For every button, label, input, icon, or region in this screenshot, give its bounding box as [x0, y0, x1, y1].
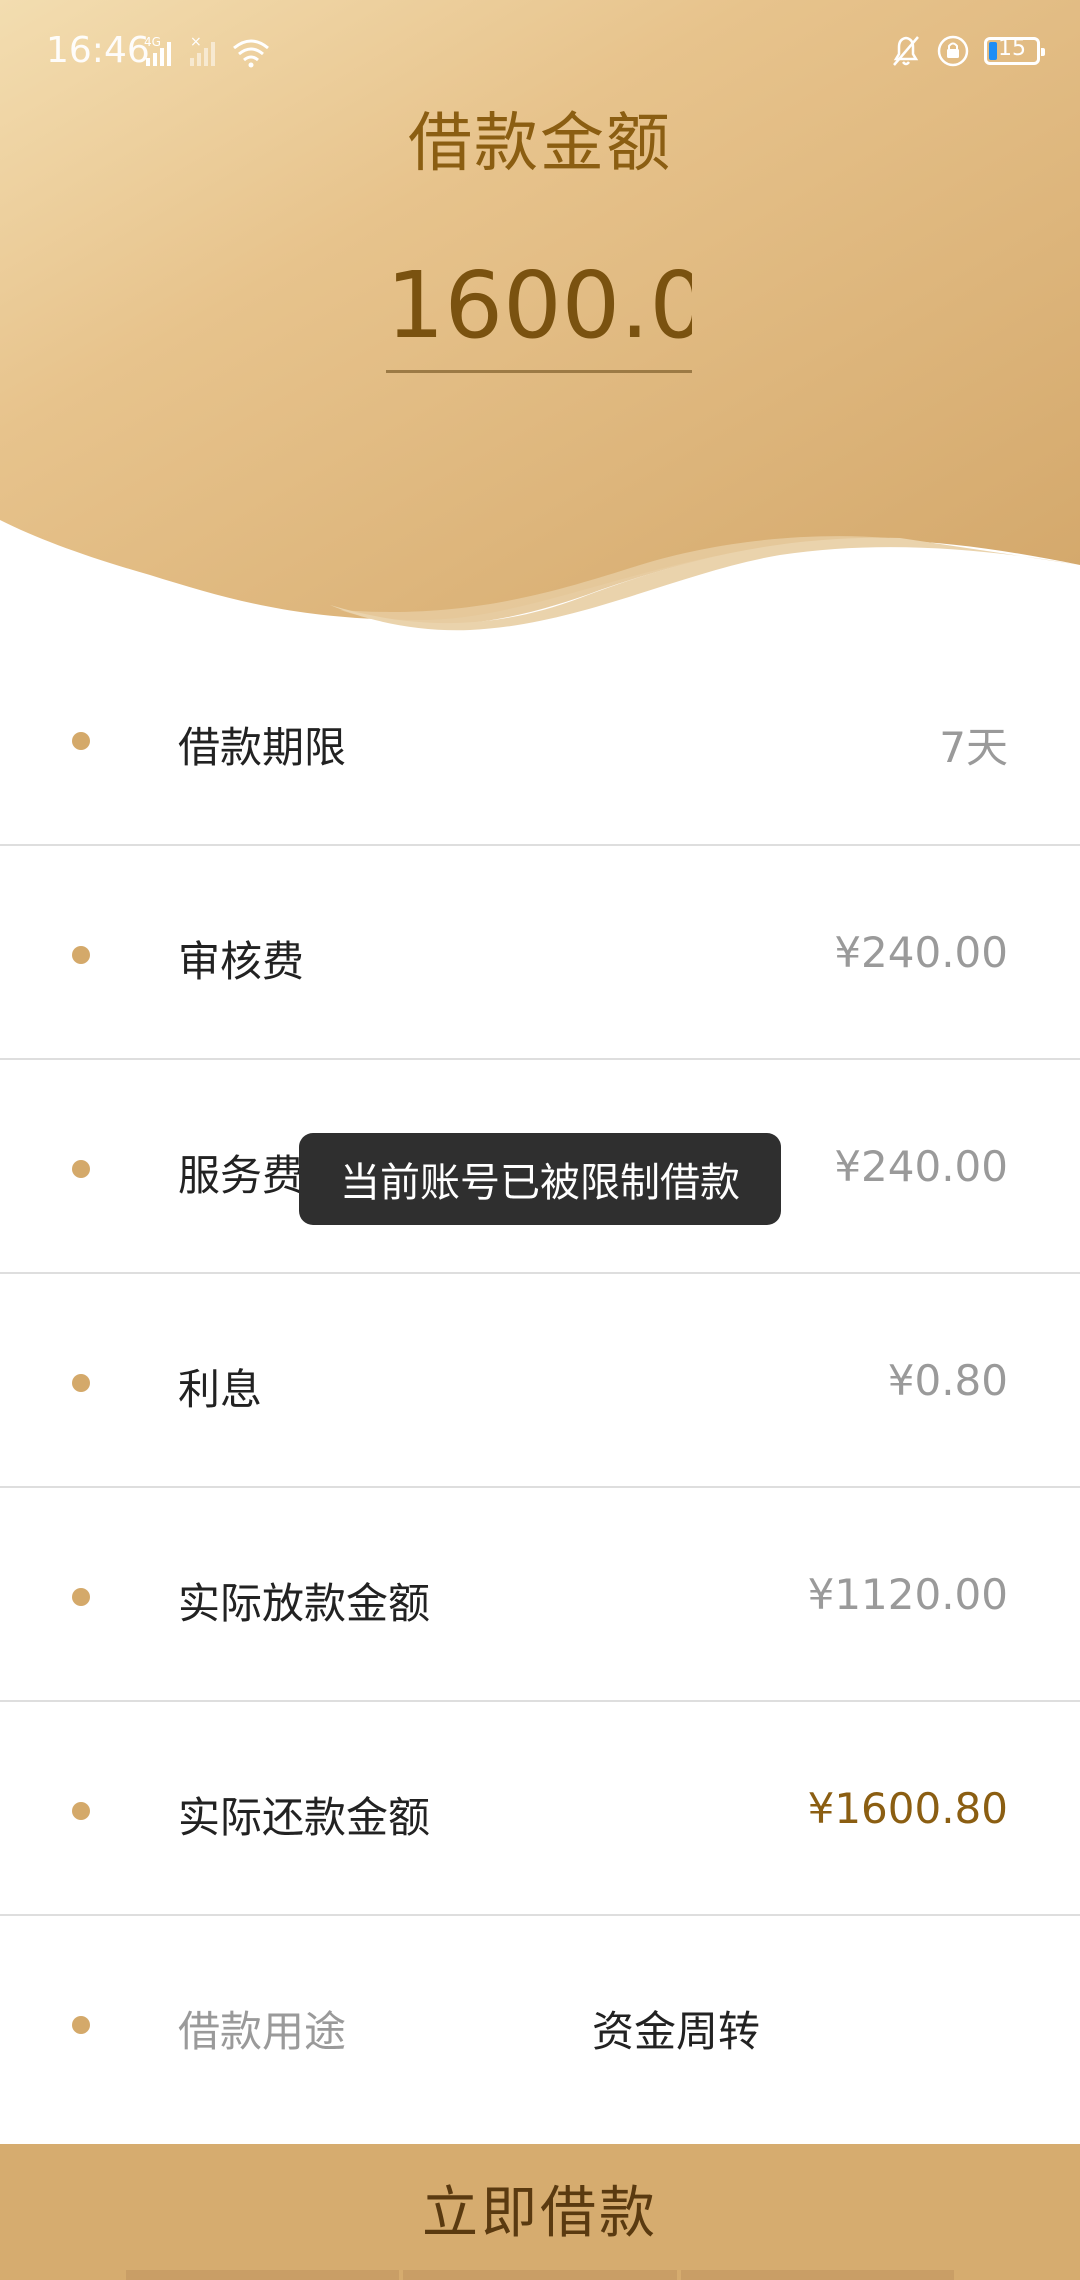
loan-detail-list: 借款期限 7天 审核费 ¥240.00 服务费 ¥240.00 利息 ¥0.80… — [0, 632, 1080, 2130]
row-label: 审核费 — [178, 937, 305, 986]
row-loan-purpose[interactable]: 借款用途 资金周转 — [0, 1916, 1080, 2130]
row-label: 服务费 — [178, 1151, 305, 1200]
row-loan-term[interactable]: 借款期限 7天 — [0, 632, 1080, 846]
header: 16:46 4G × 15 借款金额 1600.0 — [0, 0, 1080, 660]
row-actual-repayment: 实际还款金额 ¥1600.80 — [0, 1702, 1080, 1916]
bullet-icon — [72, 2016, 90, 2034]
row-value: ¥0.80 — [887, 1356, 1008, 1405]
row-value: 7天 — [939, 723, 1008, 772]
loan-amount-input[interactable] — [386, 240, 692, 373]
bullet-icon — [72, 946, 90, 964]
svg-text:×: × — [190, 34, 202, 50]
page-title: 借款金额 — [408, 107, 672, 181]
rotation-lock-icon — [937, 35, 969, 67]
row-label: 借款期限 — [178, 723, 347, 772]
mute-bell-icon — [893, 36, 919, 66]
row-value: ¥1600.80 — [807, 1784, 1008, 1833]
bullet-icon — [72, 1802, 90, 1820]
signal-icon: 4G × — [144, 34, 269, 68]
row-label: 实际放款金额 — [178, 1579, 431, 1628]
status-time: 16:46 — [46, 30, 150, 71]
row-value: ¥240.00 — [834, 1142, 1008, 1191]
row-label: 实际还款金额 — [178, 1793, 431, 1842]
bullet-icon — [72, 732, 90, 750]
toast-message: 当前账号已被限制借款 — [299, 1133, 781, 1225]
row-interest: 利息 ¥0.80 — [0, 1274, 1080, 1488]
apply-loan-button[interactable]: 立即借款 — [0, 2144, 1080, 2280]
battery-level: 15 — [998, 36, 1026, 61]
network-type-label: 4G — [144, 35, 161, 49]
nav-bar-hint — [126, 2270, 954, 2280]
bullet-icon — [72, 1160, 90, 1178]
row-value: ¥240.00 — [834, 928, 1008, 977]
loan-screen: 16:46 4G × 15 借款金额 1600.0 借款期限 7天 审核费 ¥2… — [0, 0, 1080, 2280]
row-value: ¥1120.00 — [807, 1570, 1008, 1619]
status-icons-right: 15 — [890, 34, 1045, 68]
row-label: 借款用途 — [178, 2007, 347, 2056]
row-actual-disbursement: 实际放款金额 ¥1120.00 — [0, 1488, 1080, 1702]
bullet-icon — [72, 1374, 90, 1392]
bullet-icon — [72, 1588, 90, 1606]
row-review-fee: 审核费 ¥240.00 — [0, 846, 1080, 1060]
loan-purpose-select[interactable]: 资金周转 — [592, 1998, 760, 2059]
row-label: 利息 — [178, 1365, 263, 1414]
battery-icon: 15 — [984, 36, 1045, 65]
